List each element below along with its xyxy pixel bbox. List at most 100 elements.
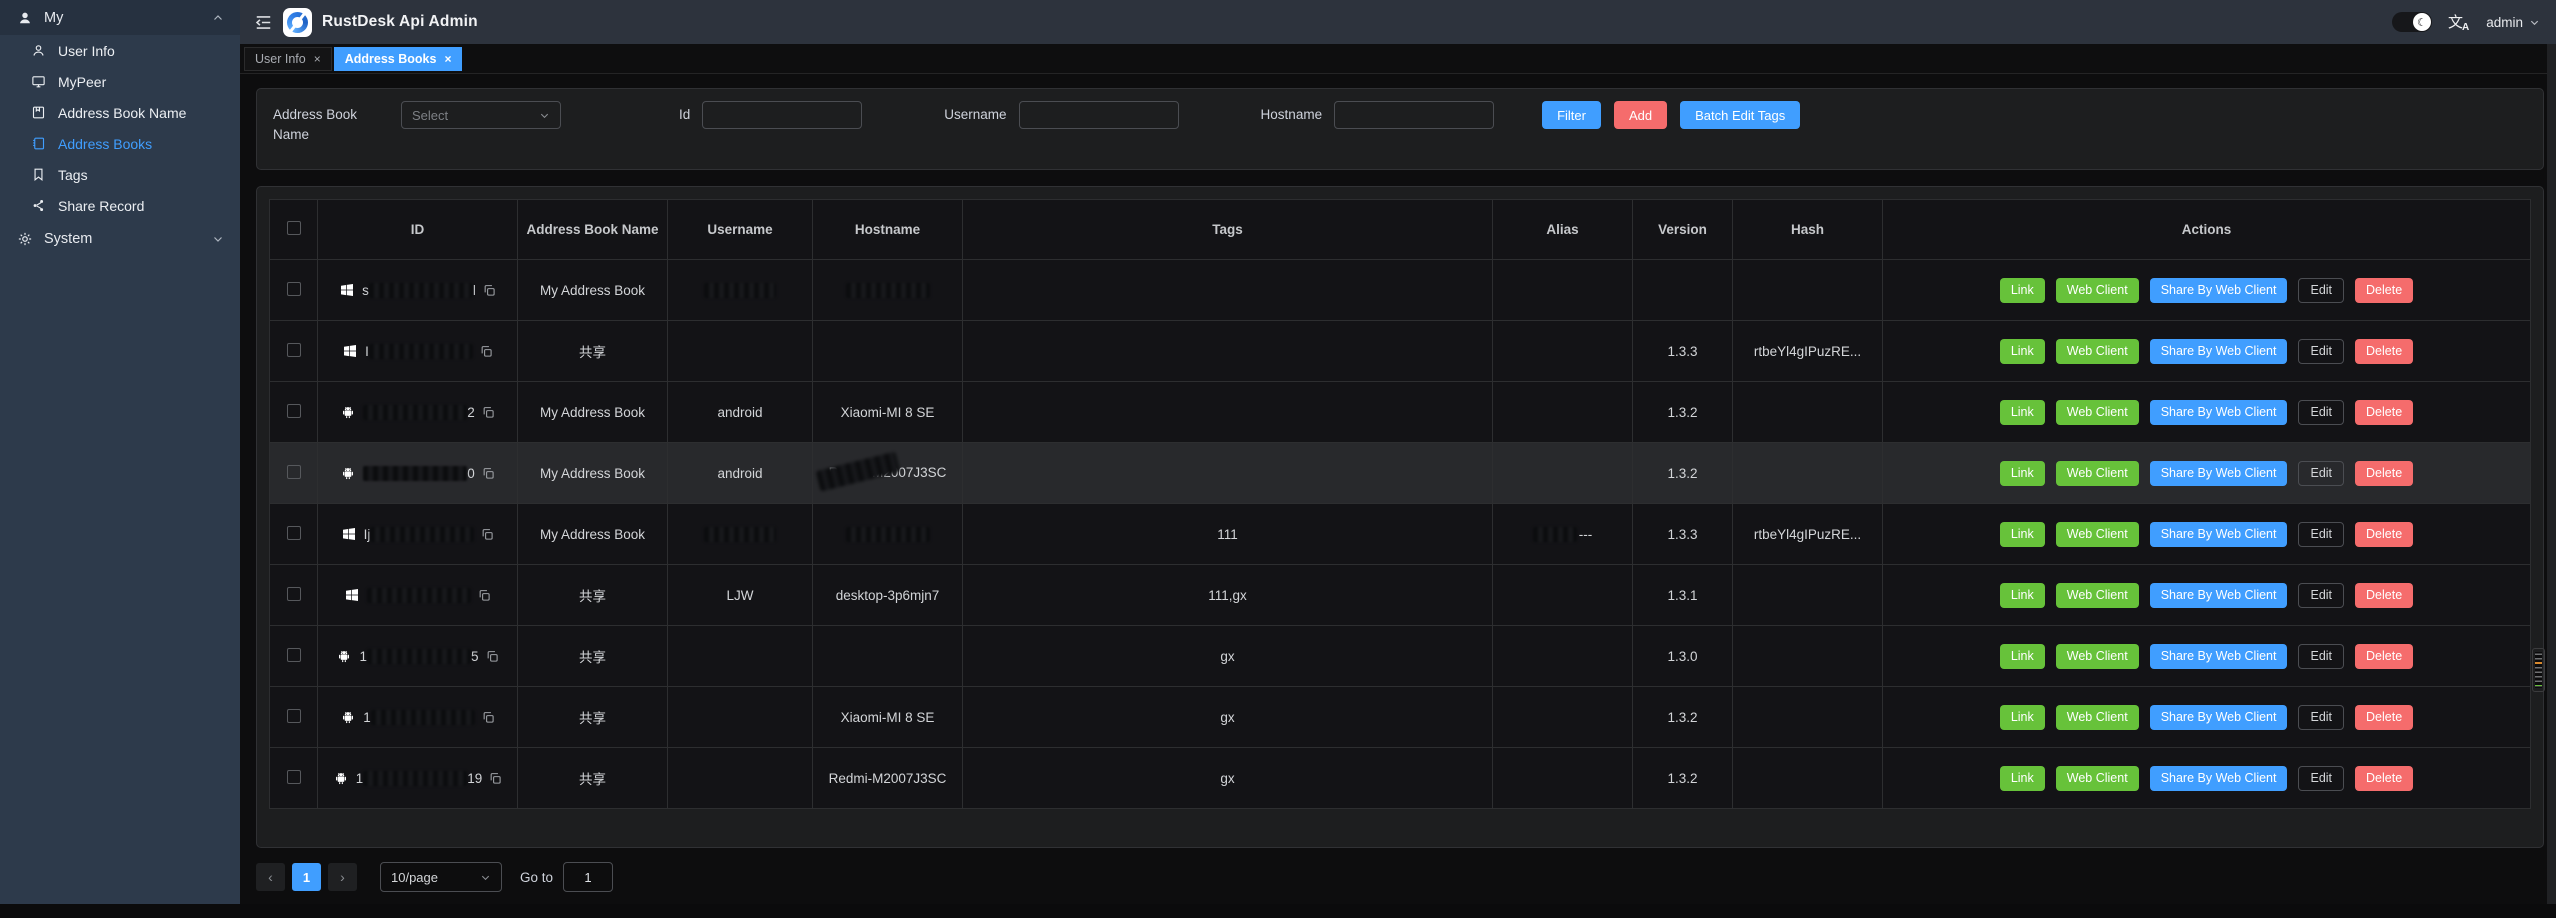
cell-hostname: Xiaomi-MI 8 SE bbox=[813, 382, 963, 443]
row-checkbox[interactable] bbox=[287, 709, 301, 723]
row-checkbox[interactable] bbox=[287, 587, 301, 601]
share-by-web-client-button[interactable]: Share By Web Client bbox=[2150, 461, 2288, 486]
filter-button[interactable]: Filter bbox=[1542, 101, 1601, 129]
link-button[interactable]: Link bbox=[2000, 644, 2045, 669]
web-client-button[interactable]: Web Client bbox=[2056, 278, 2139, 303]
goto-page-input[interactable] bbox=[563, 862, 613, 892]
sidebar-item-address-books[interactable]: Address Books bbox=[0, 128, 240, 159]
edit-button[interactable]: Edit bbox=[2298, 522, 2344, 547]
web-client-button[interactable]: Web Client bbox=[2056, 583, 2139, 608]
link-button[interactable]: Link bbox=[2000, 339, 2045, 364]
row-checkbox[interactable] bbox=[287, 465, 301, 479]
copy-icon[interactable] bbox=[481, 528, 494, 541]
delete-button[interactable]: Delete bbox=[2355, 705, 2413, 730]
close-icon[interactable]: × bbox=[444, 52, 451, 66]
copy-icon[interactable] bbox=[482, 467, 495, 480]
link-button[interactable]: Link bbox=[2000, 400, 2045, 425]
copy-icon[interactable] bbox=[478, 589, 491, 602]
web-client-button[interactable]: Web Client bbox=[2056, 644, 2139, 669]
vertical-scrollbar[interactable] bbox=[2547, 44, 2556, 918]
row-checkbox[interactable] bbox=[287, 526, 301, 540]
language-icon[interactable]: 文A bbox=[2448, 15, 2470, 30]
dark-mode-toggle[interactable]: ☾ bbox=[2392, 12, 2432, 32]
cell-actions: Link Web Client Share By Web Client Edit Del… bbox=[1883, 748, 2531, 809]
share-by-web-client-button[interactable]: Share By Web Client bbox=[2150, 522, 2288, 547]
sidebar-section-system[interactable]: System bbox=[0, 221, 240, 256]
delete-button[interactable]: Delete bbox=[2355, 400, 2413, 425]
row-checkbox[interactable] bbox=[287, 770, 301, 784]
cell-version: 1.3.1 bbox=[1633, 565, 1733, 626]
row-checkbox[interactable] bbox=[287, 404, 301, 418]
copy-icon[interactable] bbox=[483, 284, 496, 297]
batch-edit-tags-button[interactable]: Batch Edit Tags bbox=[1680, 101, 1800, 129]
prev-page-button[interactable]: ‹ bbox=[256, 863, 285, 891]
edit-button[interactable]: Edit bbox=[2298, 339, 2344, 364]
redacted-overlay bbox=[815, 451, 900, 492]
copy-icon[interactable] bbox=[486, 650, 499, 663]
link-button[interactable]: Link bbox=[2000, 522, 2045, 547]
table-row: slMy Address BookLinkWeb ClientShare By … bbox=[270, 260, 2531, 321]
delete-button[interactable]: Delete bbox=[2355, 766, 2413, 791]
delete-button[interactable]: Delete bbox=[2355, 461, 2413, 486]
row-checkbox[interactable] bbox=[287, 343, 301, 357]
delete-button[interactable]: Delete bbox=[2355, 583, 2413, 608]
link-button[interactable]: Link bbox=[2000, 766, 2045, 791]
copy-icon[interactable] bbox=[480, 345, 493, 358]
share-by-web-client-button[interactable]: Share By Web Client bbox=[2150, 583, 2288, 608]
scroll-minimap-widget[interactable] bbox=[2532, 648, 2545, 692]
cell-select bbox=[270, 260, 318, 321]
row-checkbox[interactable] bbox=[287, 282, 301, 296]
share-by-web-client-button[interactable]: Share By Web Client bbox=[2150, 339, 2288, 364]
delete-button[interactable]: Delete bbox=[2355, 339, 2413, 364]
address-book-name-select[interactable]: Select bbox=[401, 101, 561, 129]
user-menu[interactable]: admin bbox=[2486, 15, 2540, 30]
link-button[interactable]: Link bbox=[2000, 461, 2045, 486]
web-client-button[interactable]: Web Client bbox=[2056, 400, 2139, 425]
tab-address-books[interactable]: Address Books × bbox=[334, 47, 463, 71]
hostname-input[interactable] bbox=[1334, 101, 1494, 129]
sidebar-item-tags[interactable]: Tags bbox=[0, 159, 240, 190]
sidebar-item-address-book-name[interactable]: Address Book Name bbox=[0, 97, 240, 128]
edit-button[interactable]: Edit bbox=[2298, 461, 2344, 486]
edit-button[interactable]: Edit bbox=[2298, 766, 2344, 791]
copy-icon[interactable] bbox=[482, 406, 495, 419]
web-client-button[interactable]: Web Client bbox=[2056, 705, 2139, 730]
close-icon[interactable]: × bbox=[314, 52, 321, 66]
share-by-web-client-button[interactable]: Share By Web Client bbox=[2150, 278, 2288, 303]
web-client-button[interactable]: Web Client bbox=[2056, 339, 2139, 364]
web-client-button[interactable]: Web Client bbox=[2056, 461, 2139, 486]
share-by-web-client-button[interactable]: Share By Web Client bbox=[2150, 705, 2288, 730]
share-by-web-client-button[interactable]: Share By Web Client bbox=[2150, 644, 2288, 669]
edit-button[interactable]: Edit bbox=[2298, 400, 2344, 425]
next-page-button[interactable]: › bbox=[328, 863, 357, 891]
sidebar-section-my[interactable]: My bbox=[0, 0, 240, 35]
link-button[interactable]: Link bbox=[2000, 705, 2045, 730]
edit-button[interactable]: Edit bbox=[2298, 278, 2344, 303]
page-size-select[interactable]: 10/page bbox=[380, 862, 502, 892]
web-client-button[interactable]: Web Client bbox=[2056, 522, 2139, 547]
sidebar-item-mypeer[interactable]: MyPeer bbox=[0, 66, 240, 97]
sidebar-fold-icon[interactable] bbox=[252, 11, 274, 33]
page-1-button[interactable]: 1 bbox=[292, 863, 321, 891]
add-button[interactable]: Add bbox=[1614, 101, 1667, 129]
copy-icon[interactable] bbox=[482, 711, 495, 724]
share-by-web-client-button[interactable]: Share By Web Client bbox=[2150, 400, 2288, 425]
delete-button[interactable]: Delete bbox=[2355, 278, 2413, 303]
username-input[interactable] bbox=[1019, 101, 1179, 129]
link-button[interactable]: Link bbox=[2000, 583, 2045, 608]
sidebar-item-user-info[interactable]: User Info bbox=[0, 35, 240, 66]
delete-button[interactable]: Delete bbox=[2355, 644, 2413, 669]
web-client-button[interactable]: Web Client bbox=[2056, 766, 2139, 791]
delete-button[interactable]: Delete bbox=[2355, 522, 2413, 547]
id-input[interactable] bbox=[702, 101, 862, 129]
share-by-web-client-button[interactable]: Share By Web Client bbox=[2150, 766, 2288, 791]
edit-button[interactable]: Edit bbox=[2298, 583, 2344, 608]
sidebar-item-share-record[interactable]: Share Record bbox=[0, 190, 240, 221]
link-button[interactable]: Link bbox=[2000, 278, 2045, 303]
select-all-checkbox[interactable] bbox=[287, 221, 301, 235]
edit-button[interactable]: Edit bbox=[2298, 644, 2344, 669]
row-checkbox[interactable] bbox=[287, 648, 301, 662]
edit-button[interactable]: Edit bbox=[2298, 705, 2344, 730]
tab-user-info[interactable]: User Info × bbox=[244, 47, 332, 71]
copy-icon[interactable] bbox=[489, 772, 502, 785]
